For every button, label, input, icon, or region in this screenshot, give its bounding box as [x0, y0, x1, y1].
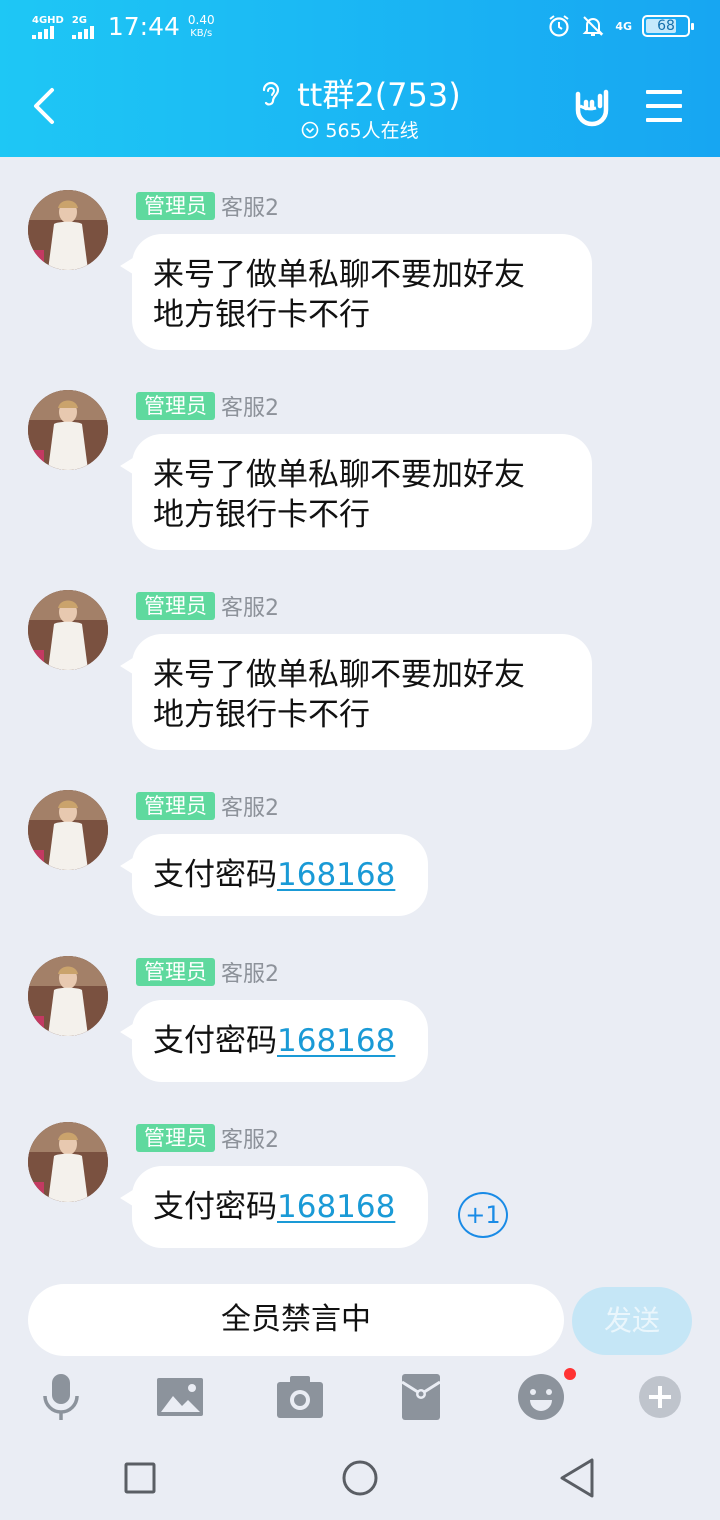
status-left: 4GHD 2G 17:44 0.40 KB/s [32, 12, 215, 42]
avatar-photo [28, 790, 108, 870]
sim2-label: 2G [71, 15, 88, 26]
admin-badge: 管理员 [136, 192, 215, 220]
plus-icon[interactable] [638, 1375, 682, 1419]
sender-line: 管理员 客服2 [136, 1122, 279, 1154]
avatar[interactable] [28, 1122, 108, 1202]
red-packet-icon[interactable] [396, 1372, 446, 1422]
avatar-photo [28, 590, 108, 670]
sim1-label: 4GHD [32, 15, 64, 26]
avatar[interactable] [28, 190, 108, 270]
sender-name[interactable]: 客服2 [221, 1122, 279, 1154]
admin-badge: 管理员 [136, 592, 215, 620]
message-text: 支付密码 [153, 1023, 277, 1059]
sim1-signal: 4GHD [32, 15, 64, 39]
avatar-photo [28, 190, 108, 270]
avatar-photo [28, 1122, 108, 1202]
recent-apps-icon[interactable] [116, 1454, 164, 1502]
message-text: 支付密码 [153, 857, 277, 893]
menu-icon[interactable] [646, 90, 682, 122]
sender-name[interactable]: 客服2 [221, 190, 279, 222]
camera-icon[interactable] [275, 1372, 325, 1422]
sender-line: 管理员 客服2 [136, 790, 279, 822]
ear-icon [263, 81, 280, 106]
home-icon[interactable] [336, 1454, 384, 1502]
message-line: 来号了做单私聊不要加好友 [153, 657, 525, 693]
image-icon[interactable] [155, 1372, 205, 1422]
message-bubble[interactable]: 来号了做单私聊不要加好友 地方银行卡不行 [120, 234, 592, 350]
status-right: 4G 68 [547, 14, 694, 38]
avatar[interactable] [28, 390, 108, 470]
avatar[interactable] [28, 590, 108, 670]
admin-badge: 管理员 [136, 792, 215, 820]
message-line: 地方银行卡不行 [153, 497, 370, 533]
sender-line: 管理员 客服2 [136, 190, 279, 222]
message-text: 支付密码 [153, 1189, 277, 1225]
message-line: 来号了做单私聊不要加好友 [153, 457, 525, 493]
sender-line: 管理员 客服2 [136, 956, 279, 988]
avatar-photo [28, 956, 108, 1036]
number-link[interactable]: 168168 [277, 1023, 395, 1059]
message-line: 地方银行卡不行 [153, 297, 370, 333]
plus-one-button[interactable]: +1 [458, 1192, 508, 1238]
sim2-signal: 2G [71, 15, 94, 39]
back-nav-icon[interactable] [554, 1454, 602, 1502]
number-link[interactable]: 168168 [277, 857, 395, 893]
chevron-down-circle-icon [302, 121, 319, 138]
signal-bars-icon [71, 26, 94, 39]
number-link[interactable]: 168168 [277, 1189, 395, 1225]
sender-name[interactable]: 客服2 [221, 590, 279, 622]
message-line: 地方银行卡不行 [153, 697, 370, 733]
admin-badge: 管理员 [136, 958, 215, 986]
sender-line: 管理员 客服2 [136, 390, 279, 422]
chat-header: 4GHD 2G 17:44 0.40 KB/s 4G 68 tt群2(753) [0, 0, 720, 157]
sender-name[interactable]: 客服2 [221, 390, 279, 422]
battery-icon: 68 [642, 15, 694, 37]
mute-bell-icon [582, 16, 604, 36]
admin-badge: 管理员 [136, 392, 215, 420]
message-bubble[interactable]: 支付密码168168 [120, 1166, 428, 1248]
avatar-photo [28, 390, 108, 470]
speed-unit: KB/s [190, 28, 213, 39]
avatar[interactable] [28, 790, 108, 870]
message-bubble[interactable]: 来号了做单私聊不要加好友 地方银行卡不行 [120, 634, 592, 750]
group-title[interactable]: tt群2(753) [259, 74, 461, 116]
group-title-text: tt群2(753) [297, 76, 461, 114]
alarm-icon [549, 15, 569, 37]
notification-dot [564, 1368, 576, 1380]
emoji-icon[interactable] [516, 1372, 566, 1422]
message-bubble[interactable]: 支付密码168168 [120, 834, 428, 916]
send-button: 发送 [572, 1287, 692, 1355]
microphone-icon[interactable] [36, 1372, 86, 1422]
status-bar: 4GHD 2G 17:44 0.40 KB/s 4G 68 [0, 0, 720, 56]
network-speed: 0.40 KB/s [188, 14, 215, 40]
speed-value: 0.40 [187, 13, 215, 27]
signal-bars-icon [32, 26, 54, 39]
sender-name[interactable]: 客服2 [221, 956, 279, 988]
clock: 17:44 [107, 12, 180, 41]
rock-hand-icon[interactable] [570, 84, 614, 128]
message-bubble[interactable]: 支付密码168168 [120, 1000, 428, 1082]
admin-badge: 管理员 [136, 1124, 215, 1152]
message-bubble[interactable]: 来号了做单私聊不要加好友 地方银行卡不行 [120, 434, 592, 550]
battery-level: 68 [657, 18, 675, 34]
sender-line: 管理员 客服2 [136, 590, 279, 622]
muted-input-field: 全员禁言中 [28, 1284, 564, 1356]
mobile-data-label: 4G [615, 19, 632, 33]
avatar[interactable] [28, 956, 108, 1036]
message-line: 来号了做单私聊不要加好友 [153, 257, 525, 293]
sender-name[interactable]: 客服2 [221, 790, 279, 822]
online-count-text: 565人在线 [325, 120, 419, 142]
